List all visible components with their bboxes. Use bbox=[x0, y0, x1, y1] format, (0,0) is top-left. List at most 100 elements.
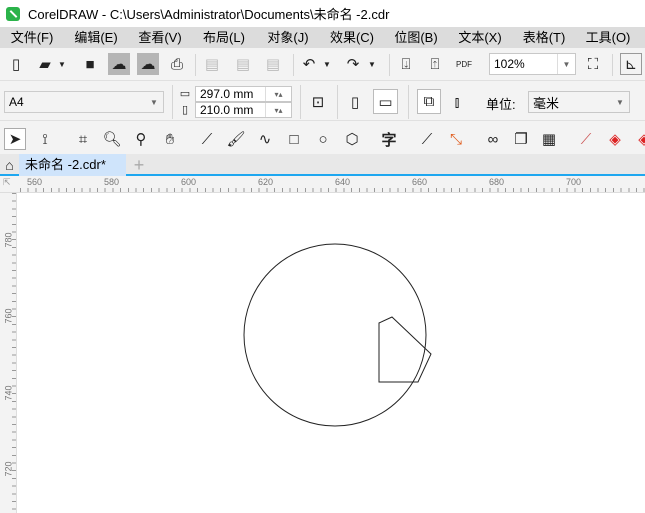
title-bar: CorelDRAW - C:\Users\Administrator\Docum… bbox=[0, 0, 645, 27]
ruler-label: 680 bbox=[489, 177, 505, 187]
redo-dropdown-icon[interactable]: ▼ bbox=[366, 53, 378, 75]
unit-select[interactable]: 毫米 ▼ bbox=[528, 91, 630, 113]
new-document-icon[interactable]: ▯ bbox=[5, 53, 27, 75]
drawing-canvas[interactable] bbox=[18, 194, 645, 513]
cut-icon[interactable]: ▤ bbox=[201, 53, 223, 75]
transparency-icon[interactable]: ▦ bbox=[538, 128, 560, 150]
menu-effects[interactable]: 效果(C) bbox=[320, 27, 384, 48]
document-tab-bar: ⌂ 未命名 -2.cdr* + bbox=[0, 154, 645, 176]
smart-fill-icon[interactable]: ◈ bbox=[633, 128, 645, 150]
export-icon[interactable]: ⍐ bbox=[424, 53, 446, 75]
import-icon[interactable]: ⍗ bbox=[395, 53, 417, 75]
zoom-tool-icon[interactable]: 🔍︎ bbox=[101, 128, 123, 150]
options-icon[interactable]: ⊾ bbox=[620, 53, 642, 75]
ruler-origin-icon[interactable]: ⇱ bbox=[3, 177, 11, 188]
ruler-label: 660 bbox=[412, 177, 428, 187]
all-pages-size-icon[interactable]: ⊡ bbox=[307, 91, 329, 113]
ellipse-tool-icon[interactable]: ○ bbox=[312, 128, 334, 150]
page-height-value: 210.0 mm bbox=[200, 103, 254, 117]
toolbox: ➤ ⟟ ⌗ 🔍︎ ⚲ ✋︎ ⟋ 🖌︎ ∿ □ ○ ⬡ 字 ⟋ ⤡ ∞ ❐ ▦ ⟋… bbox=[0, 121, 645, 154]
connector-tool-icon[interactable]: ⤡ bbox=[445, 128, 467, 150]
polygon-shape[interactable] bbox=[378, 316, 432, 383]
menu-view[interactable]: 查看(V) bbox=[128, 27, 192, 48]
shape-tool-icon[interactable]: ⟟ bbox=[34, 128, 56, 150]
menu-text[interactable]: 文本(X) bbox=[448, 27, 512, 48]
chevron-down-icon[interactable]: ▼ bbox=[557, 54, 575, 74]
chevron-down-icon[interactable]: ▼ bbox=[145, 92, 163, 112]
horizontal-ruler[interactable]: ⇱ 560 580 600 620 640 660 680 700 bbox=[0, 176, 645, 193]
page-size-select[interactable]: A4 ▼ bbox=[4, 91, 164, 113]
ellipse-shape[interactable] bbox=[243, 243, 427, 427]
units-bars-icon[interactable]: ⫾ bbox=[446, 91, 468, 113]
polygon-tool-icon[interactable]: ⬡ bbox=[341, 128, 363, 150]
freehand-tool-icon[interactable]: ⟋ bbox=[196, 128, 218, 150]
menu-bar: 文件(F) 编辑(E) 查看(V) 布局(L) 对象(J) 效果(C) 位图(B… bbox=[0, 27, 645, 48]
zoom-level-select[interactable]: 102% ▼ bbox=[489, 53, 576, 75]
drop-shadow-icon[interactable]: ❐ bbox=[510, 128, 532, 150]
redo-icon[interactable]: ↷ bbox=[342, 53, 364, 75]
artistic-media-icon[interactable]: 🖌︎ bbox=[225, 128, 247, 150]
rectangle-tool-icon[interactable]: □ bbox=[283, 128, 305, 150]
ruler-label: 640 bbox=[335, 177, 351, 187]
menu-file[interactable]: 文件(F) bbox=[0, 27, 64, 48]
eyedropper-icon[interactable]: ⟋ bbox=[575, 128, 597, 150]
chevron-down-icon[interactable]: ▼ bbox=[611, 92, 629, 112]
height-spinner[interactable]: ▾▴ bbox=[265, 103, 291, 117]
page-width-value: 297.0 mm bbox=[200, 87, 254, 101]
menu-object[interactable]: 对象(J) bbox=[256, 27, 320, 48]
menu-tools[interactable]: 工具(O) bbox=[576, 27, 640, 48]
unit-value: 毫米 bbox=[533, 95, 560, 111]
open-icon[interactable]: ▰ bbox=[34, 53, 56, 75]
menu-table[interactable]: 表格(T) bbox=[512, 27, 576, 48]
page-height-icon: ▯ bbox=[181, 103, 189, 116]
full-screen-icon[interactable]: ⛶ bbox=[582, 53, 604, 75]
pdf-label: PDF bbox=[456, 59, 472, 69]
print-icon[interactable]: ⎙ bbox=[166, 53, 188, 75]
undo-dropdown-icon[interactable]: ▼ bbox=[321, 53, 333, 75]
ruler-label: 600 bbox=[181, 177, 197, 187]
page-width-icon: ▭ bbox=[179, 87, 191, 100]
property-bar: A4 ▼ ▭ ▯ 297.0 mm ▾▴ 210.0 mm ▾▴ ⊡ ▯ ▭ ⧉ ⫾… bbox=[0, 81, 645, 121]
menu-bitmaps[interactable]: 位图(B) bbox=[384, 27, 448, 48]
cloud-upload-icon[interactable]: ☁ bbox=[137, 53, 159, 75]
save-icon[interactable]: ■ bbox=[79, 53, 101, 75]
page-width-input[interactable]: 297.0 mm ▾▴ bbox=[195, 86, 292, 102]
page-size-value: A4 bbox=[9, 95, 24, 109]
home-icon[interactable]: ⌂ bbox=[0, 154, 19, 176]
ruler-label: 560 bbox=[27, 177, 43, 187]
menu-layout[interactable]: 布局(L) bbox=[192, 27, 256, 48]
standard-toolbar: ▯ ▰ ▼ ■ ☁ ☁ ⎙ ▤ ▤ ▤ ↶ ▼ ↷ ▼ ⍗ ⍐ PDF 102%… bbox=[0, 48, 645, 81]
open-dropdown-icon[interactable]: ▼ bbox=[56, 53, 68, 75]
export-pdf-icon[interactable]: PDF bbox=[453, 53, 475, 75]
text-tool-glyph: 字 bbox=[381, 131, 397, 149]
add-tab-icon[interactable]: + bbox=[128, 154, 150, 176]
dimension-tool-icon[interactable]: ⟋ bbox=[416, 128, 438, 150]
current-page-icon[interactable]: ⧉ bbox=[417, 89, 441, 114]
paste-icon[interactable]: ▤ bbox=[262, 53, 284, 75]
window-title: CorelDRAW - C:\Users\Administrator\Docum… bbox=[28, 7, 390, 22]
add-tab-label: + bbox=[133, 154, 145, 175]
ruler-label: 620 bbox=[258, 177, 274, 187]
vertical-ruler[interactable]: 780 760 740 720 bbox=[0, 193, 17, 513]
pan-tool-icon[interactable]: ✋︎ bbox=[159, 128, 181, 150]
blend-tool-icon[interactable]: ∞ bbox=[482, 128, 504, 150]
undo-icon[interactable]: ↶ bbox=[298, 53, 320, 75]
interactive-fill-icon[interactable]: ◈ bbox=[604, 128, 626, 150]
zoom-value: 102% bbox=[494, 57, 525, 71]
smart-drawing-icon[interactable]: ∿ bbox=[254, 128, 276, 150]
cloud-download-icon[interactable]: ☁ bbox=[108, 53, 130, 75]
pick-tool-icon[interactable]: ➤ bbox=[4, 128, 26, 150]
document-tab[interactable]: 未命名 -2.cdr* bbox=[19, 154, 126, 176]
coreldraw-logo-icon bbox=[6, 6, 20, 21]
portrait-icon[interactable]: ▯ bbox=[344, 91, 366, 113]
menu-edit[interactable]: 编辑(E) bbox=[64, 27, 128, 48]
ruler-label: 700 bbox=[566, 177, 582, 187]
text-tool-icon[interactable]: 字 bbox=[378, 128, 400, 150]
copy-icon[interactable]: ▤ bbox=[232, 53, 254, 75]
zoom-out-tool-icon[interactable]: ⚲ bbox=[130, 128, 152, 150]
crop-tool-icon[interactable]: ⌗ bbox=[72, 128, 94, 150]
width-spinner[interactable]: ▾▴ bbox=[265, 87, 291, 101]
unit-label: 单位: bbox=[486, 97, 516, 112]
page-height-input[interactable]: 210.0 mm ▾▴ bbox=[195, 102, 292, 118]
landscape-icon[interactable]: ▭ bbox=[373, 89, 398, 114]
